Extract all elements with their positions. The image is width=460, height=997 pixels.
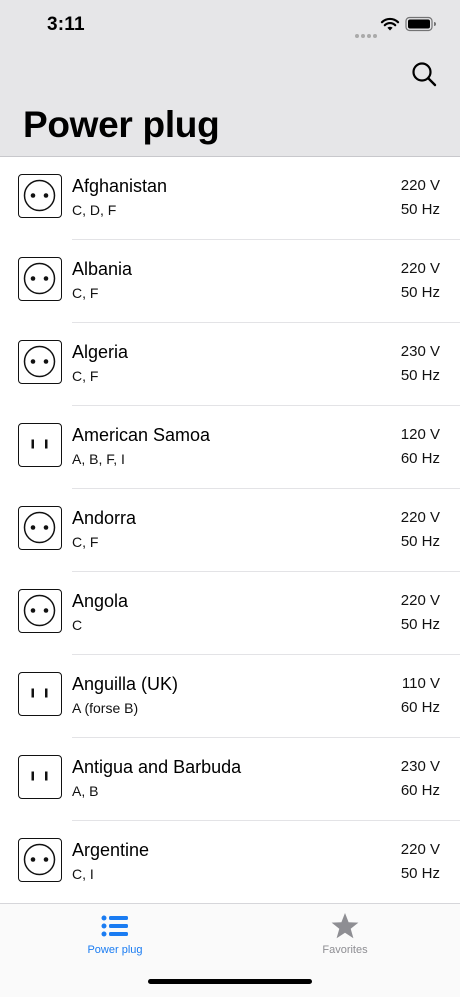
- plug-types: C, F: [72, 285, 99, 301]
- country-name: Afghanistan: [72, 176, 168, 196]
- voltage: 220 V: [400, 509, 440, 526]
- round-socket-icon: [18, 340, 62, 384]
- country-name: Antigua and Barbuda: [72, 757, 242, 777]
- voltage: 230 V: [400, 343, 440, 360]
- tab-label: Favorites: [322, 944, 368, 956]
- voltage: 110 V: [401, 675, 440, 692]
- flat-socket-icon: [18, 423, 62, 467]
- round-socket-icon: [18, 174, 62, 218]
- cellular-signal-icon: [355, 25, 379, 43]
- search-icon[interactable]: [410, 60, 440, 90]
- frequency: 50 Hz: [400, 284, 440, 301]
- list-icon: [101, 915, 128, 937]
- flat-socket-icon: [18, 755, 62, 799]
- round-socket-icon: [18, 838, 62, 882]
- country-row-albania[interactable]: Albania C, F 220 V 50 Hz: [0, 240, 460, 323]
- country-row-andorra[interactable]: Andorra C, F 220 V 50 Hz: [0, 489, 460, 572]
- plug-types: C: [72, 617, 83, 633]
- country-name: Angola: [72, 591, 129, 611]
- flat-socket-icon: [18, 672, 62, 716]
- round-socket-icon: [18, 506, 62, 550]
- status-bar: 3:11: [0, 0, 460, 50]
- home-indicator: [148, 979, 312, 984]
- wifi-icon: [380, 17, 400, 31]
- country-row-american-samoa[interactable]: American Samoa A, B, F, I 120 V 60 Hz: [0, 406, 460, 489]
- star-icon: [331, 913, 359, 939]
- country-name: Andorra: [72, 508, 137, 528]
- frequency: 60 Hz: [400, 450, 440, 467]
- voltage: 230 V: [400, 758, 440, 775]
- voltage: 220 V: [400, 592, 440, 609]
- status-time: 3:11: [47, 14, 85, 35]
- country-name: Algeria: [72, 342, 129, 362]
- page-title: Power plug: [23, 104, 220, 145]
- country-row-algeria[interactable]: Algeria C, F 230 V 50 Hz: [0, 323, 460, 406]
- country-row-anguilla[interactable]: Anguilla (UK) A (forse B) 110 V 60 Hz: [0, 655, 460, 738]
- plug-types: C, F: [72, 368, 99, 384]
- battery-icon: [405, 16, 436, 32]
- country-name: Anguilla (UK): [72, 674, 179, 694]
- navigation-bar: Power plug: [0, 50, 460, 157]
- tab-power-plug[interactable]: Power plug: [0, 904, 230, 964]
- frequency: 50 Hz: [400, 367, 440, 384]
- plug-types: A, B: [72, 783, 99, 799]
- plug-types: A, B, F, I: [72, 451, 125, 467]
- country-list: Afghanistan C, D, F 220 V 50 Hz Albania …: [0, 157, 460, 903]
- voltage: 220 V: [400, 177, 440, 194]
- round-socket-icon: [18, 589, 62, 633]
- voltage: 120 V: [400, 426, 440, 443]
- country-row-argentine[interactable]: Argentine C, I 220 V 50 Hz: [0, 821, 460, 903]
- country-name: Albania: [72, 259, 133, 279]
- frequency: 60 Hz: [400, 782, 440, 799]
- frequency: 50 Hz: [400, 533, 440, 550]
- plug-types: C, F: [72, 534, 99, 550]
- plug-types: A (forse B): [72, 700, 139, 716]
- frequency: 50 Hz: [400, 865, 440, 882]
- country-row-antigua-and-barbuda[interactable]: Antigua and Barbuda A, B 230 V 60 Hz: [0, 738, 460, 821]
- frequency: 50 Hz: [400, 616, 440, 633]
- plug-types: C, I: [72, 866, 94, 882]
- country-name: Argentine: [72, 840, 150, 860]
- plug-types: C, D, F: [72, 202, 117, 218]
- frequency: 60 Hz: [400, 699, 440, 716]
- voltage: 220 V: [400, 260, 440, 277]
- tab-label: Power plug: [87, 944, 143, 956]
- country-name: American Samoa: [72, 425, 211, 445]
- frequency: 50 Hz: [400, 201, 440, 218]
- round-socket-icon: [18, 257, 62, 301]
- country-row-afghanistan[interactable]: Afghanistan C, D, F 220 V 50 Hz: [0, 157, 460, 240]
- voltage: 220 V: [400, 841, 440, 858]
- country-row-angola[interactable]: Angola C 220 V 50 Hz: [0, 572, 460, 655]
- tab-favorites[interactable]: Favorites: [230, 904, 460, 964]
